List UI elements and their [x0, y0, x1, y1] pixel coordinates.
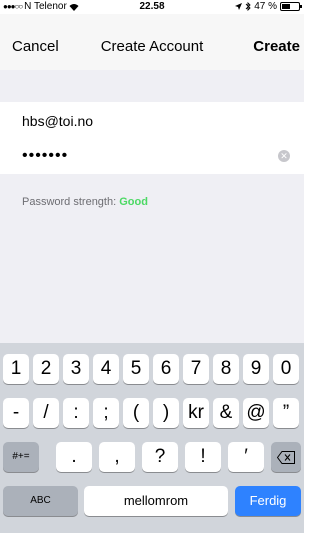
navigation-bar: Cancel Create Account Create: [0, 14, 304, 70]
key-hyphen[interactable]: -: [3, 398, 29, 428]
delete-key[interactable]: [271, 442, 301, 472]
password-strength-value: Good: [119, 196, 148, 208]
section-spacer: [0, 70, 304, 102]
password-strength-label: Password strength:: [22, 196, 117, 208]
key-3[interactable]: 3: [63, 354, 89, 384]
key-question[interactable]: ?: [142, 442, 178, 472]
key-exclamation[interactable]: !: [185, 442, 221, 472]
backspace-icon: [276, 451, 295, 464]
key-0[interactable]: 0: [273, 354, 299, 384]
bluetooth-icon: [245, 2, 251, 11]
key-ampersand[interactable]: &: [213, 398, 239, 428]
battery-fill: [282, 4, 290, 9]
key-1[interactable]: 1: [3, 354, 29, 384]
key-apostrophe[interactable]: ′: [228, 442, 264, 472]
key-2[interactable]: 2: [33, 354, 59, 384]
key-at[interactable]: @: [243, 398, 269, 428]
key-4[interactable]: 4: [93, 354, 119, 384]
done-key[interactable]: Ferdig: [235, 486, 301, 516]
key-period[interactable]: .: [56, 442, 92, 472]
clear-icon[interactable]: ✕: [278, 150, 290, 162]
space-key[interactable]: mellomrom: [84, 486, 228, 516]
key-close-paren[interactable]: ): [153, 398, 179, 428]
symbols-key[interactable]: #+=: [3, 442, 39, 472]
key-open-paren[interactable]: (: [123, 398, 149, 428]
key-5[interactable]: 5: [123, 354, 149, 384]
password-field[interactable]: ••••••• ✕: [0, 138, 304, 174]
key-slash[interactable]: /: [33, 398, 59, 428]
battery-icon: [280, 2, 302, 11]
key-9[interactable]: 9: [243, 354, 269, 384]
email-value: hbs@toi.no: [22, 113, 94, 129]
status-right: 47 %: [235, 1, 302, 12]
password-value: •••••••: [22, 147, 69, 164]
abc-key[interactable]: ABC: [3, 486, 78, 516]
key-semicolon[interactable]: ;: [93, 398, 119, 428]
key-comma[interactable]: ,: [99, 442, 135, 472]
password-strength: Password strength: Good: [22, 196, 148, 208]
key-quote[interactable]: ”: [273, 398, 299, 428]
key-kr[interactable]: kr: [183, 398, 209, 428]
key-colon[interactable]: :: [63, 398, 89, 428]
location-arrow-icon: [235, 3, 243, 10]
key-6[interactable]: 6: [153, 354, 179, 384]
key-7[interactable]: 7: [183, 354, 209, 384]
email-field[interactable]: hbs@toi.no: [0, 102, 304, 138]
status-bar: ●●●○○ N Telenor 22.58 47 %: [0, 0, 304, 14]
create-button[interactable]: Create: [253, 38, 300, 55]
keyboard: 1 2 3 4 5 6 7 8 9 0 - / : ; ( ) kr & @ ”…: [0, 343, 304, 533]
battery-percent: 47 %: [254, 1, 277, 12]
key-8[interactable]: 8: [213, 354, 239, 384]
